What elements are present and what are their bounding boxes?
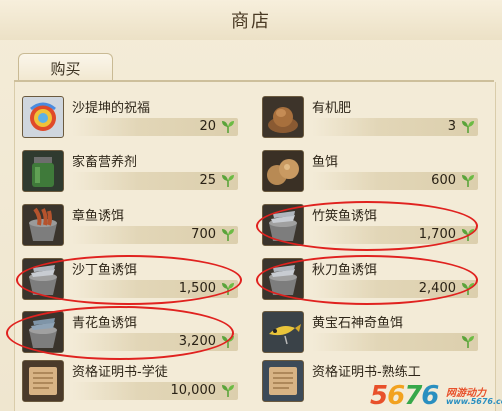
currency-leaf-icon	[462, 229, 474, 241]
price-bar: 600	[312, 172, 478, 190]
item-name: 黄宝石神奇鱼饵	[312, 316, 404, 331]
watermark-site-small: www.5676.com	[446, 397, 502, 406]
item-price: 1,500	[178, 281, 216, 296]
fish-bait-bucket-icon	[262, 204, 304, 246]
price-bar: 2,400	[312, 280, 478, 298]
blessing-orb-icon	[22, 96, 64, 138]
shop-item[interactable]: 资格证明书-学徒 10,000	[22, 360, 238, 408]
item-name: 资格证明书-学徒	[72, 365, 168, 380]
shop-item[interactable]: 鱼饵 600	[262, 150, 478, 198]
nutrient-jar-icon	[22, 150, 64, 192]
currency-leaf-icon	[222, 283, 234, 295]
item-price: 600	[431, 173, 456, 188]
currency-leaf-icon	[222, 336, 234, 348]
shop-item[interactable]: 沙丁鱼诱饵 1,500	[22, 258, 238, 306]
price-bar: 1,500	[72, 280, 238, 298]
octopus-bait-bucket-icon	[22, 204, 64, 246]
bait-balls-icon	[262, 150, 304, 192]
shop-item[interactable]: 黄宝石神奇鱼饵	[262, 311, 478, 359]
fertilizer-pile-icon	[262, 96, 304, 138]
price-bar: 3,200	[72, 333, 238, 351]
item-name: 资格证明书-熟练工	[312, 365, 421, 380]
shop-item[interactable]: 章鱼诱饵 700	[22, 204, 238, 252]
shop-item[interactable]: 有机肥 3	[262, 96, 478, 144]
currency-leaf-icon	[462, 283, 474, 295]
item-price: 700	[191, 227, 216, 242]
currency-leaf-icon	[222, 229, 234, 241]
currency-leaf-icon	[462, 175, 474, 187]
item-price: 1,700	[418, 227, 456, 242]
item-price: 3	[447, 119, 456, 134]
item-name: 青花鱼诱饵	[72, 316, 138, 331]
shop-window: 商店 购买 沙提坤的祝福 20 有机肥 3 家畜营养剂 25 鱼饵 600 章鱼…	[0, 0, 502, 411]
currency-leaf-icon	[222, 175, 234, 187]
item-name: 沙丁鱼诱饵	[72, 263, 138, 278]
item-price: 25	[199, 173, 216, 188]
price-bar: 3	[312, 118, 478, 136]
price-bar	[312, 333, 478, 351]
fish-bait-bucket-icon	[22, 311, 64, 353]
item-name: 鱼饵	[312, 155, 339, 170]
shop-item[interactable]: 青花鱼诱饵 3,200	[22, 311, 238, 359]
price-bar: 700	[72, 226, 238, 244]
price-bar: 25	[72, 172, 238, 190]
price-bar: 10,000	[72, 382, 238, 400]
lure-icon	[262, 311, 304, 353]
fish-bait-bucket-icon	[22, 258, 64, 300]
price-bar: 1,700	[312, 226, 478, 244]
shop-item[interactable]: 沙提坤的祝福 20	[22, 96, 238, 144]
certificate-scroll-icon	[262, 360, 304, 402]
window-title: 商店	[231, 11, 271, 32]
currency-leaf-icon	[222, 121, 234, 133]
certificate-scroll-icon	[22, 360, 64, 402]
shop-item[interactable]: 家畜营养剂 25	[22, 150, 238, 198]
item-name: 章鱼诱饵	[72, 209, 125, 224]
currency-leaf-icon	[462, 336, 474, 348]
item-name: 秋刀鱼诱饵	[312, 263, 378, 278]
item-price: 10,000	[170, 383, 217, 398]
site-watermark: 5676 网游动力 www.5676.com	[370, 381, 502, 411]
item-name: 竹筴鱼诱饵	[312, 209, 378, 224]
item-price: 20	[199, 119, 216, 134]
title-bar: 商店	[0, 0, 502, 40]
item-price: 2,400	[418, 281, 456, 296]
currency-leaf-icon	[462, 121, 474, 133]
shop-item[interactable]: 秋刀鱼诱饵 2,400	[262, 258, 478, 306]
item-name: 家畜营养剂	[72, 155, 138, 170]
shop-item[interactable]: 竹筴鱼诱饵 1,700	[262, 204, 478, 252]
fish-bait-bucket-icon	[262, 258, 304, 300]
price-bar: 20	[72, 118, 238, 136]
item-name: 沙提坤的祝福	[72, 101, 151, 116]
item-name: 有机肥	[312, 101, 352, 116]
currency-leaf-icon	[222, 385, 234, 397]
watermark-number: 5676	[370, 381, 439, 411]
item-price: 3,200	[178, 334, 216, 349]
